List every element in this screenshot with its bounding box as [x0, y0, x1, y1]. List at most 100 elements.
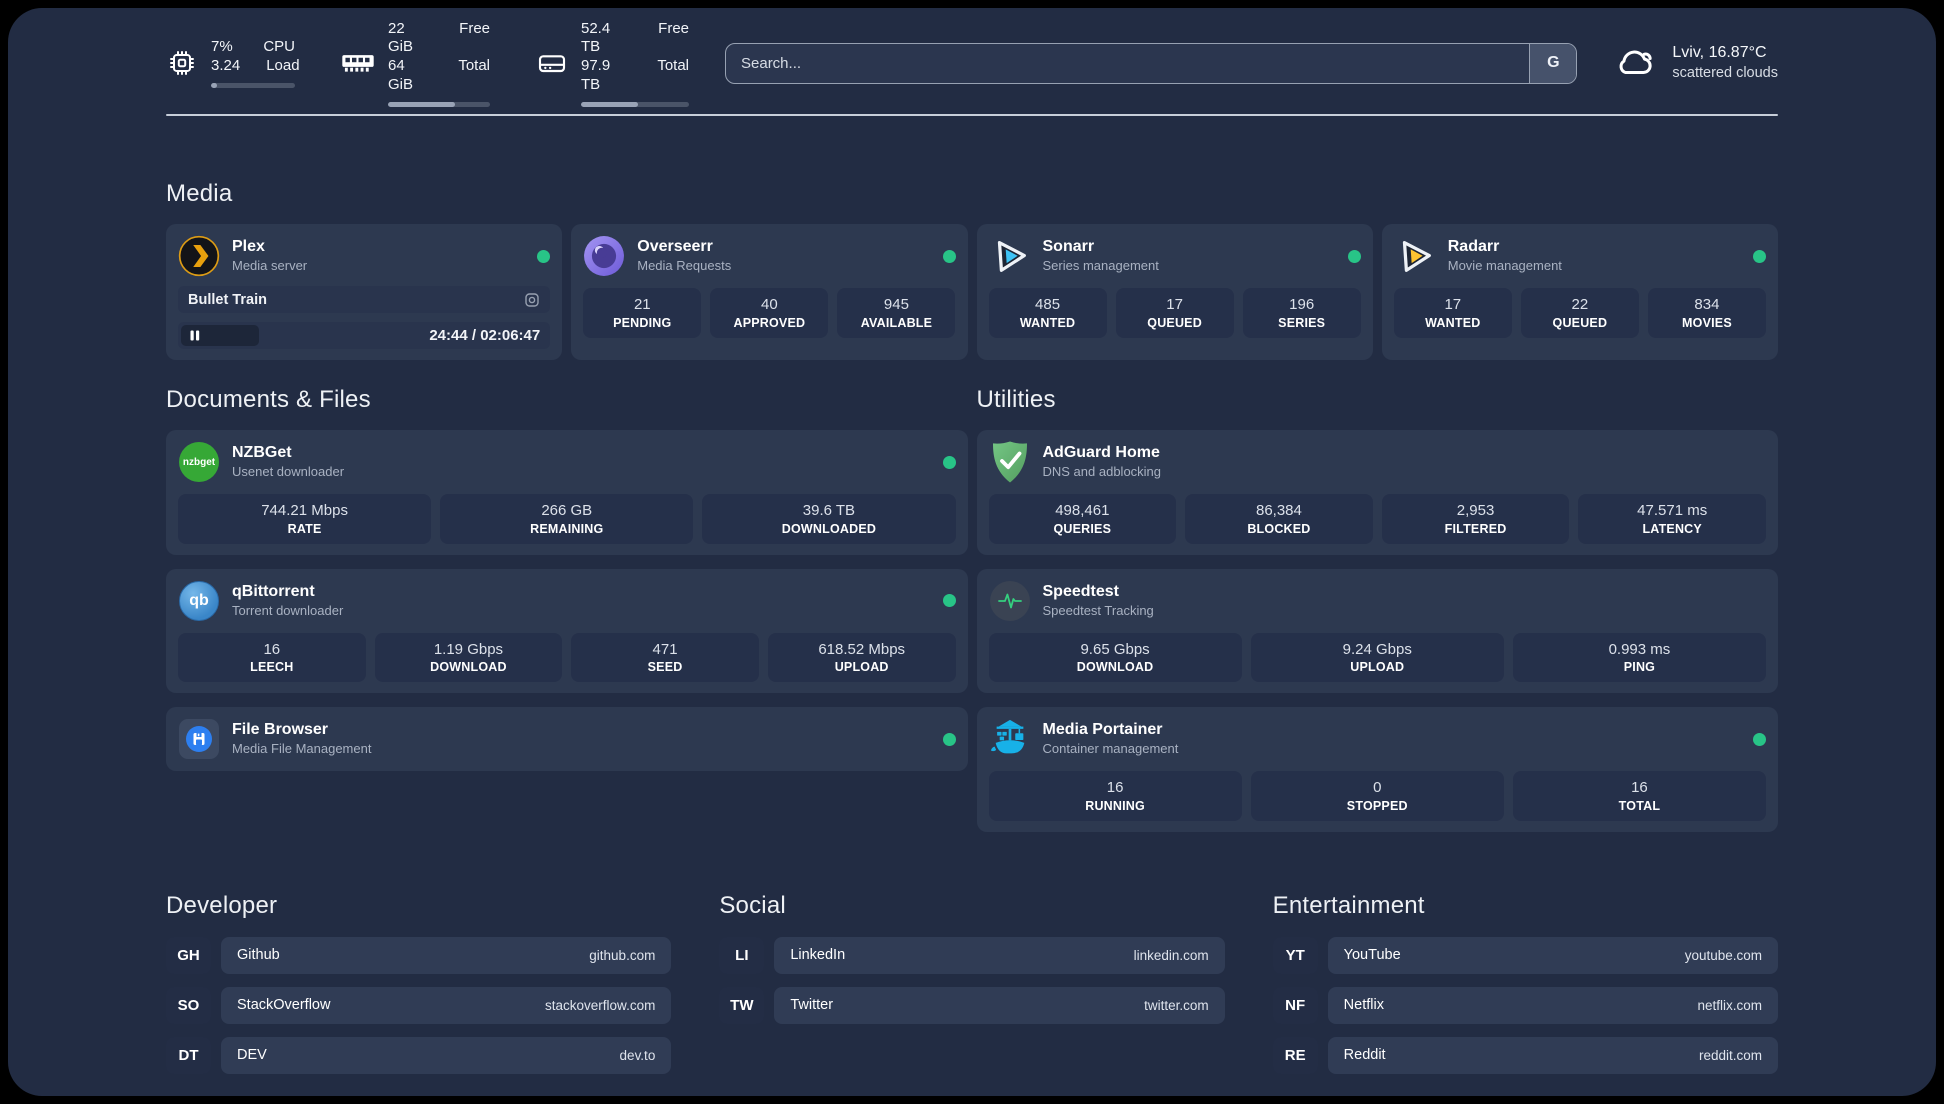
- bookmark-abbr: LI: [719, 936, 765, 974]
- stat-total: 16 TOTAL: [1512, 771, 1767, 821]
- bookmark-linkedin[interactable]: LI LinkedIn linkedin.com: [719, 936, 1225, 974]
- app-name: Overseerr: [637, 238, 713, 256]
- app-card-overseerr[interactable]: Overseerr Media Requests 21 PENDING 40 A…: [571, 224, 968, 360]
- cpu-icon: [166, 47, 198, 79]
- stat-pending: 21 PENDING: [583, 288, 702, 338]
- bookmark-dev[interactable]: DT DEV dev.to: [166, 1036, 672, 1074]
- app-name: NZBGet: [232, 444, 292, 462]
- stat-queued: 17 QUEUED: [1115, 288, 1234, 338]
- bookmark-url: netflix.com: [1697, 997, 1762, 1013]
- app-description: Media File Management: [232, 741, 372, 757]
- dashboard-panel: 7% CPU 3.24 Load 22 GiB Free 64 GiB Tota…: [8, 8, 1936, 1096]
- bookmark-url: youtube.com: [1684, 947, 1762, 963]
- bookmark-github[interactable]: GH Github github.com: [166, 936, 672, 974]
- app-card-portainer[interactable]: Media Portainer Container management 16 …: [976, 707, 1778, 832]
- speedtest-icon: [989, 580, 1030, 621]
- bookmark-name: DEV: [237, 1047, 267, 1063]
- plex-icon: [178, 235, 220, 277]
- stat-upload: 618.52 Mbps UPLOAD: [767, 632, 956, 682]
- app-card-sonarr[interactable]: Sonarr Series management 485 WANTED 17 Q…: [976, 224, 1373, 360]
- camera-icon[interactable]: [524, 292, 540, 308]
- section-title-social: Social: [719, 891, 786, 919]
- bookmark-name: LinkedIn: [790, 947, 846, 963]
- app-card-adguard[interactable]: AdGuard Home DNS and adblocking 498,461 …: [976, 430, 1778, 555]
- memory-total-value: 64 GiB: [388, 57, 414, 93]
- header: 7% CPU 3.24 Load 22 GiB Free 64 GiB Tota…: [166, 20, 1778, 107]
- status-dot: [942, 455, 956, 469]
- player-bar: 24:44 / 02:06:47: [178, 322, 551, 349]
- memory-stat-widget: 22 GiB Free 64 GiB Total: [341, 20, 490, 107]
- stat-queries: 498,461 QUERIES: [988, 494, 1177, 544]
- bookmark-name: Github: [237, 947, 280, 963]
- app-description: Container management: [1042, 741, 1179, 757]
- memory-free-value: 22 GiB: [388, 19, 414, 56]
- search-engine-button[interactable]: G: [1529, 43, 1577, 83]
- bookmark-name: YouTube: [1343, 947, 1401, 963]
- bookmark-abbr: DT: [166, 1036, 211, 1074]
- app-description: Torrent downloader: [232, 602, 344, 618]
- app-card-speedtest[interactable]: Speedtest Speedtest Tracking 9.65 Gbps D…: [976, 568, 1778, 693]
- pause-button[interactable]: [181, 325, 259, 346]
- app-description: Series management: [1042, 258, 1159, 274]
- bookmark-abbr: SO: [166, 986, 211, 1024]
- bookmark-abbr: RE: [1272, 1036, 1318, 1074]
- bookmark-abbr: YT: [1272, 936, 1318, 974]
- nzbget-icon: nzbget: [179, 442, 219, 482]
- bookmark-youtube[interactable]: YT YouTube youtube.com: [1272, 936, 1778, 974]
- disk-stat-widget: 52.4 TB Free 97.9 TB Total: [536, 20, 689, 107]
- system-stats: 7% CPU 3.24 Load 22 GiB Free 64 GiB Tota…: [166, 20, 689, 107]
- cpu-load-label: Load: [266, 57, 300, 74]
- app-card-filebrowser[interactable]: File Browser Media File Management: [166, 707, 968, 771]
- search-input[interactable]: [726, 43, 1530, 83]
- app-name: qBittorrent: [232, 582, 315, 600]
- bookmark-group-social: Social LI LinkedIn linkedin.com TW Twitt…: [719, 891, 1225, 1074]
- app-card-nzbget[interactable]: nzbget NZBGet Usenet downloader 744.21 M…: [166, 430, 968, 555]
- radarr-icon: [1394, 235, 1436, 277]
- overseerr-icon: [583, 235, 625, 277]
- bookmark-netflix[interactable]: NF Netflix netflix.com: [1272, 986, 1778, 1024]
- app-card-radarr[interactable]: Radarr Movie management 17 WANTED 22 QUE…: [1381, 224, 1778, 360]
- search-engine-label: G: [1547, 54, 1560, 71]
- stat-movies: 834 MOVIES: [1647, 288, 1766, 338]
- adguard-icon: [989, 441, 1031, 483]
- bookmark-url: stackoverflow.com: [545, 997, 656, 1013]
- cpu-stat-widget: 7% CPU 3.24 Load: [166, 20, 300, 107]
- app-name: File Browser: [232, 721, 329, 739]
- app-description: Media server: [232, 258, 308, 274]
- weather-condition: scattered clouds: [1672, 64, 1778, 81]
- disk-icon: [536, 47, 568, 79]
- app-card-plex[interactable]: Plex Media server Bullet Train 24:44 / 0…: [166, 224, 563, 360]
- bookmark-url: linkedin.com: [1133, 947, 1209, 963]
- app-description: Usenet downloader: [232, 464, 345, 480]
- stat-filtered: 2,953 FILTERED: [1381, 494, 1570, 544]
- disk-total-label: Total: [657, 57, 689, 74]
- app-name: Sonarr: [1042, 238, 1095, 256]
- bookmark-name: Reddit: [1343, 1047, 1386, 1063]
- bookmark-abbr: GH: [166, 936, 211, 974]
- bookmark-stackoverflow[interactable]: SO StackOverflow stackoverflow.com: [166, 986, 672, 1024]
- cpu-progress-bar: [211, 82, 295, 88]
- stat-stopped: 0 STOPPED: [1250, 771, 1504, 821]
- stat-rate: 744.21 Mbps RATE: [178, 494, 432, 544]
- stat-wanted: 485 WANTED: [988, 288, 1107, 338]
- stat-queued: 22 QUEUED: [1520, 288, 1639, 338]
- bookmark-reddit[interactable]: RE Reddit reddit.com: [1272, 1036, 1778, 1074]
- section-title-documents: Documents & Files: [166, 386, 371, 413]
- disk-progress-bar: [581, 101, 689, 107]
- search-bar: G: [725, 42, 1578, 84]
- section-title-media: Media: [166, 180, 233, 207]
- section-title-utilities: Utilities: [976, 386, 1056, 413]
- cpu-usage-value: 7%: [211, 38, 233, 56]
- stat-wanted: 17 WANTED: [1393, 288, 1512, 338]
- sonarr-icon: [989, 235, 1031, 277]
- filebrowser-icon: [179, 719, 219, 759]
- app-name: Media Portainer: [1042, 721, 1163, 739]
- stat-downloaded: 39.6 TB DOWNLOADED: [702, 494, 956, 544]
- weather-widget: Lviv, 16.87°C scattered clouds: [1613, 43, 1778, 84]
- app-card-qbittorrent[interactable]: qb qBittorrent Torrent downloader 16 LEE…: [166, 568, 968, 693]
- portainer-icon: [989, 718, 1031, 760]
- bookmark-twitter[interactable]: TW Twitter twitter.com: [719, 986, 1225, 1024]
- app-description: Media Requests: [637, 258, 732, 274]
- stat-latency: 47.571 ms LATENCY: [1578, 494, 1766, 544]
- now-playing-row: Bullet Train: [178, 286, 551, 313]
